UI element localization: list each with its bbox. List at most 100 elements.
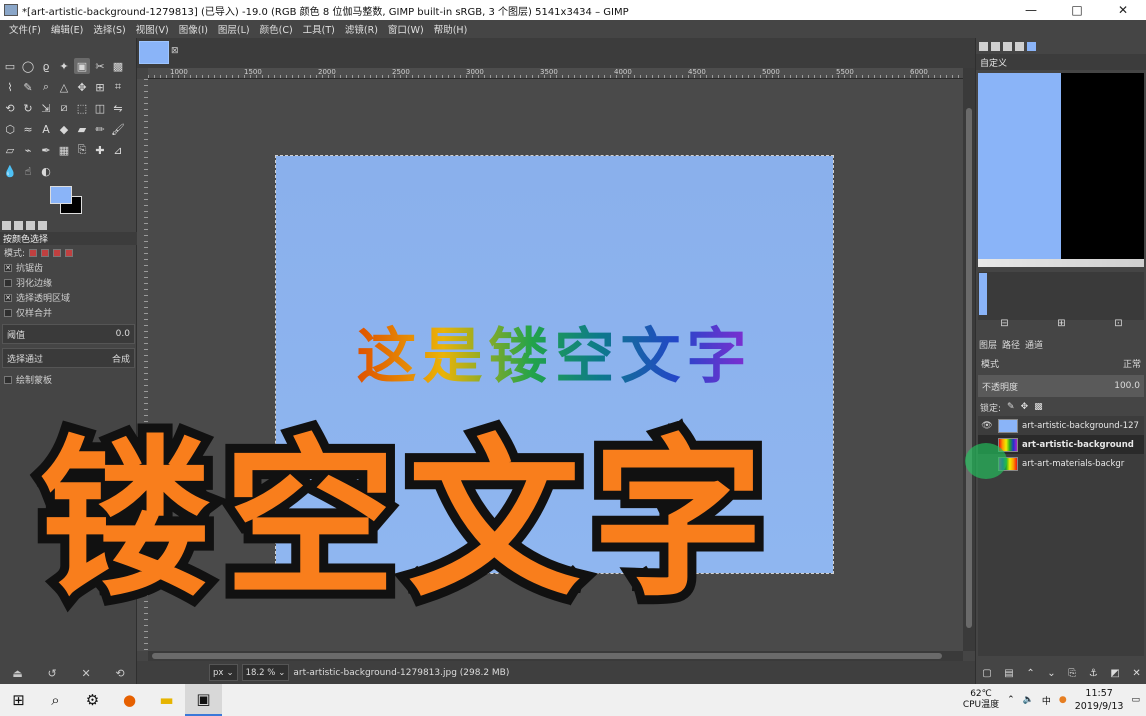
cpu-temp[interactable]: 62℃ CPU温度 (963, 689, 999, 711)
sample-merged-option[interactable]: 仅样合并 (0, 305, 137, 320)
unified-transform-icon[interactable]: ⟲ (2, 100, 18, 116)
select-by-dropdown[interactable]: 选择通过 合成 (2, 348, 135, 368)
menu-tools[interactable]: 工具(T) (298, 22, 340, 36)
bucket-fill-icon[interactable]: ◆ (56, 121, 72, 137)
menu-colors[interactable]: 颜色(C) (255, 22, 298, 36)
draw-mask-option[interactable]: 绘制蒙板 (0, 372, 137, 387)
delete-layer-icon[interactable]: ✕ (1132, 668, 1140, 679)
gradient-slider[interactable] (978, 259, 1144, 267)
scale-icon[interactable]: ⇲ (38, 100, 54, 116)
menu-filters[interactable]: 滤镜(R) (340, 22, 383, 36)
raise-layer-icon[interactable]: ⌃ (1026, 668, 1034, 679)
foreground-color[interactable] (50, 186, 72, 204)
layer-row[interactable]: 👁 art-artistic-background-127 (978, 416, 1144, 435)
eraser-icon[interactable]: ▱ (2, 142, 18, 158)
dock-tabs-top[interactable] (976, 38, 1146, 54)
antialias-option[interactable]: ✕ 抗锯齿 (0, 260, 137, 275)
close-tab-icon[interactable]: ⊠ (171, 46, 179, 56)
smudge-icon[interactable]: ☝ (20, 163, 36, 179)
select-transparent-option[interactable]: ✕ 选择透明区域 (0, 290, 137, 305)
ime-indicator[interactable]: 中 (1042, 694, 1051, 707)
mode-value[interactable]: 正常 (1123, 357, 1141, 370)
heal-icon[interactable]: ✚ (92, 142, 108, 158)
crop-icon[interactable]: ⌗ (110, 79, 126, 95)
menu-view[interactable]: 视图(V) (131, 22, 174, 36)
mode-subtract-icon[interactable] (53, 248, 62, 257)
lock-alpha-icon[interactable]: ▩ (1034, 402, 1043, 412)
tab-channels[interactable]: 通道 (1025, 338, 1043, 351)
mode-replace-icon[interactable] (29, 248, 38, 257)
anchor-layer-icon[interactable]: ⚓ (1089, 668, 1098, 679)
app-icon-settings[interactable]: ⚙ (74, 684, 111, 716)
flip-icon[interactable]: ⇋ (110, 100, 126, 116)
tool-options-tabs[interactable] (0, 218, 137, 232)
shear-icon[interactable]: ⧄ (56, 100, 72, 116)
minimize-button[interactable]: — (1008, 0, 1054, 20)
gradient-icon[interactable]: ▰ (74, 121, 90, 137)
move-icon[interactable]: ✥ (74, 79, 90, 95)
blur-icon[interactable]: 💧 (2, 163, 18, 179)
new-group-icon[interactable]: ▤ (1004, 668, 1013, 679)
tab-layers[interactable]: 图层 (979, 338, 997, 351)
scroll-thumb[interactable] (966, 108, 972, 628)
checkbox-icon[interactable] (4, 308, 12, 317)
eye-icon[interactable]: 👁 (980, 421, 994, 431)
menu-file[interactable]: 文件(F) (4, 22, 46, 36)
notification-icon[interactable]: ▭ (1131, 695, 1140, 705)
remove-icon[interactable]: ⊟ (1000, 318, 1008, 332)
warp-icon[interactable]: ≈ (20, 121, 36, 137)
checkbox-checked-icon[interactable]: ✕ (4, 293, 12, 302)
volume-icon[interactable]: 🔈 (1023, 695, 1034, 705)
new-layer-icon[interactable]: ▢ (982, 668, 991, 679)
menu-windows[interactable]: 窗口(W) (383, 22, 429, 36)
duplicate-layer-icon[interactable]: ⎘ (1068, 668, 1076, 679)
file-explorer-icon[interactable]: ▬ (148, 684, 185, 716)
expand-icon[interactable]: ⊡ (1114, 318, 1122, 332)
restore-preset-icon[interactable]: ↺ (48, 667, 57, 680)
vertical-scrollbar[interactable] (963, 68, 975, 651)
rotate-icon[interactable]: ↻ (20, 100, 36, 116)
threshold-slider[interactable]: 阈值 0.0 (2, 324, 135, 344)
checkbox-icon[interactable] (4, 278, 12, 287)
menu-layer[interactable]: 图层(L) (213, 22, 255, 36)
mypaint-brush-icon[interactable]: ▦ (56, 142, 72, 158)
lock-position-icon[interactable]: ✥ (1021, 402, 1029, 412)
color-picker-icon[interactable]: ✎ (20, 79, 36, 95)
reset-options-icon[interactable]: ⟲ (115, 667, 124, 680)
feather-option[interactable]: 羽化边缘 (0, 275, 137, 290)
text-icon[interactable]: A (38, 121, 54, 137)
delete-preset-icon[interactable]: ✕ (81, 667, 90, 680)
opacity-slider[interactable]: 不透明度 100.0 (978, 375, 1144, 397)
clone-icon[interactable]: ⎘ (74, 142, 90, 158)
airbrush-icon[interactable]: ⌁ (20, 142, 36, 158)
menu-edit[interactable]: 编辑(E) (46, 22, 88, 36)
zoom-select[interactable]: 18.2 % ⌄ (241, 664, 290, 681)
horizontal-scrollbar[interactable] (148, 651, 963, 661)
foreground-select-icon[interactable]: ▩ (110, 58, 126, 74)
menu-select[interactable]: 选择(S) (88, 22, 130, 36)
mode-add-icon[interactable] (41, 248, 50, 257)
maximize-button[interactable]: □ (1054, 0, 1100, 20)
gradient-preview[interactable] (978, 73, 1144, 259)
ellipse-select-icon[interactable]: ◯ (20, 58, 36, 74)
scissors-icon[interactable]: ✂ (92, 58, 108, 74)
mode-intersect-icon[interactable] (65, 248, 74, 257)
3d-transform-icon[interactable]: ◫ (92, 100, 108, 116)
menu-image[interactable]: 图像(I) (174, 22, 213, 36)
scroll-thumb[interactable] (152, 653, 942, 659)
measure-icon[interactable]: △ (56, 79, 72, 95)
input-method-icon[interactable]: ● (1059, 695, 1067, 705)
menu-help[interactable]: 帮助(H) (429, 22, 473, 36)
paths-icon[interactable]: ⌇ (2, 79, 18, 95)
perspective-icon[interactable]: ⬚ (74, 100, 90, 116)
firefox-icon[interactable]: ● (111, 684, 148, 716)
clock[interactable]: 11:57 2019/9/13 (1075, 687, 1124, 713)
pencil-icon[interactable]: ✏ (92, 121, 108, 137)
color-swatches[interactable] (50, 186, 90, 220)
save-preset-icon[interactable]: ⏏ (12, 667, 22, 680)
dodge-burn-icon[interactable]: ◐ (38, 163, 54, 179)
unit-select[interactable]: px ⌄ (209, 664, 238, 681)
lasso-icon[interactable]: ϱ (38, 58, 54, 74)
gimp-taskbar-icon[interactable]: ▣ (185, 684, 222, 716)
lower-layer-icon[interactable]: ⌄ (1047, 668, 1055, 679)
